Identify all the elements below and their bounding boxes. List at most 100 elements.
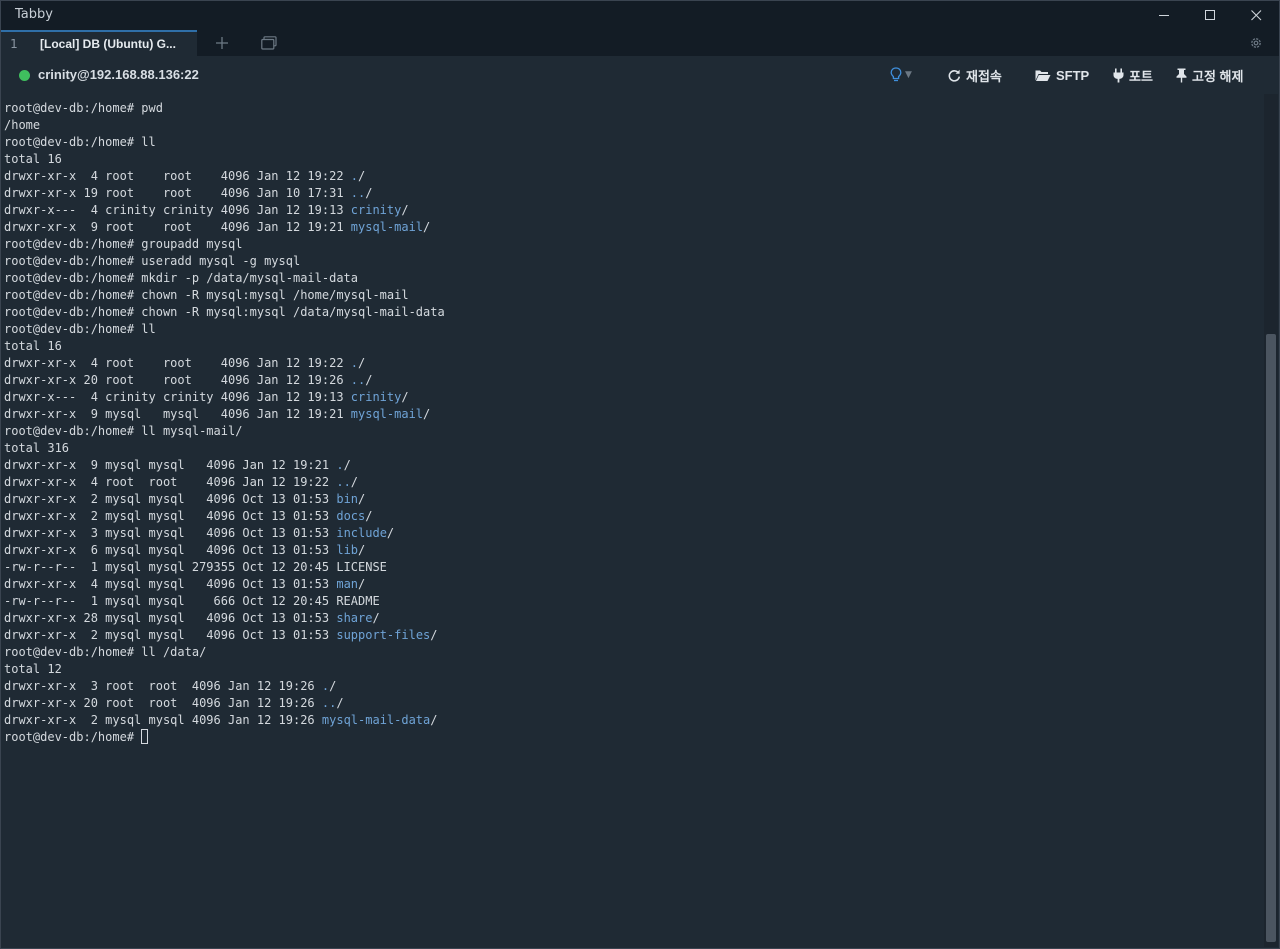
app-title: Tabby bbox=[15, 7, 53, 22]
terminal-text: drwxr-xr-x 2 mysql mysql 4096 Oct 13 01:… bbox=[4, 509, 337, 523]
directory-name: . bbox=[350, 356, 359, 370]
tab-layout-button[interactable] bbox=[257, 33, 281, 53]
directory-name: include bbox=[336, 526, 387, 540]
directory-name: .. bbox=[350, 186, 366, 200]
terminal-text: root@dev-db:/home# ll bbox=[4, 322, 156, 336]
directory-name: mysql-mail bbox=[350, 407, 424, 421]
terminal-output[interactable]: root@dev-db:/home# pwd/home root@dev-db:/… bbox=[0, 94, 1264, 947]
terminal-text: / bbox=[329, 679, 337, 693]
unpin-button[interactable]: 고정 해제 bbox=[1176, 66, 1243, 84]
terminal-text: / bbox=[358, 577, 366, 591]
directory-name: share bbox=[336, 611, 373, 625]
terminal-line: total 316 bbox=[4, 440, 1264, 457]
plug-icon bbox=[1113, 68, 1124, 82]
tab-bar: 1 [Local] DB (Ubuntu) G... bbox=[0, 30, 1280, 56]
ports-label: 포트 bbox=[1129, 68, 1153, 84]
terminal-line: drwxr-xr-x 6 mysql mysql 4096 Oct 13 01:… bbox=[4, 542, 1264, 559]
terminal-line: drwxr-xr-x 4 root root 4096 Jan 12 19:22… bbox=[4, 355, 1264, 372]
terminal-line: drwxr-xr-x 2 mysql mysql 4096 Oct 13 01:… bbox=[4, 627, 1264, 644]
terminal-text: / bbox=[365, 373, 373, 387]
terminal-text: root@dev-db:/home# ll bbox=[4, 135, 156, 149]
terminal-text: root@dev-db:/home# chown -R mysql:mysql … bbox=[4, 288, 409, 302]
new-tab-button[interactable] bbox=[210, 33, 234, 53]
directory-name: bin bbox=[336, 492, 359, 506]
terminal-text: drwxr-xr-x 3 mysql mysql 4096 Oct 13 01:… bbox=[4, 526, 337, 540]
terminal-scrollbar[interactable] bbox=[1264, 94, 1278, 947]
terminal-text: / bbox=[430, 628, 438, 642]
directory-name: .. bbox=[350, 373, 366, 387]
terminal-line: drwxr-xr-x 4 root root 4096 Jan 12 19:22… bbox=[4, 168, 1264, 185]
terminal-text: drwxr-xr-x 3 root root 4096 Jan 12 19:26 bbox=[4, 679, 322, 693]
terminal-line: drwxr-xr-x 4 mysql mysql 4096 Oct 13 01:… bbox=[4, 576, 1264, 593]
terminal-line: total 16 bbox=[4, 151, 1264, 168]
tab-index: 1 bbox=[10, 37, 18, 51]
terminal-text: -rw-r--r-- 1 mysql mysql 666 Oct 12 20:4… bbox=[4, 594, 380, 608]
directory-name: mysql-mail-data bbox=[321, 713, 431, 727]
terminal-line: root@dev-db:/home# bbox=[4, 729, 1264, 746]
terminal-text: total 316 bbox=[4, 441, 70, 455]
terminal-line: drwxr-xr-x 20 root root 4096 Jan 12 19:2… bbox=[4, 695, 1264, 712]
terminal-text: root@dev-db:/home# ll /data/ bbox=[4, 645, 207, 659]
ports-button[interactable]: 포트 bbox=[1113, 66, 1153, 84]
title-bar: Tabby bbox=[0, 0, 1280, 30]
terminal-text: drwxr-xr-x 9 mysql mysql 4096 Jan 12 19:… bbox=[4, 458, 337, 472]
directory-name: mysql-mail bbox=[350, 220, 424, 234]
close-button[interactable] bbox=[1233, 0, 1279, 30]
minimize-button[interactable] bbox=[1141, 0, 1187, 30]
terminal-line: root@dev-db:/home# ll /data/ bbox=[4, 644, 1264, 661]
settings-button[interactable] bbox=[1245, 33, 1267, 53]
terminal-text: drwxr-xr-x 28 mysql mysql 4096 Oct 13 01… bbox=[4, 611, 337, 625]
terminal-text: / bbox=[358, 356, 366, 370]
terminal-line: drwxr-xr-x 3 root root 4096 Jan 12 19:26… bbox=[4, 678, 1264, 695]
terminal-line: drwxr-xr-x 9 mysql mysql 4096 Jan 12 19:… bbox=[4, 406, 1264, 423]
minimize-icon bbox=[1158, 14, 1169, 16]
lightbulb-icon bbox=[890, 67, 902, 82]
sftp-button[interactable]: SFTP bbox=[1035, 66, 1089, 84]
maximize-button[interactable] bbox=[1187, 0, 1233, 30]
terminal-text: drwxr-xr-x 2 mysql mysql 4096 Oct 13 01:… bbox=[4, 492, 337, 506]
terminal-text: / bbox=[372, 611, 380, 625]
terminal-text: / bbox=[401, 203, 409, 217]
scrollbar-thumb[interactable] bbox=[1266, 334, 1276, 942]
terminal-text: / bbox=[336, 696, 344, 710]
sftp-label: SFTP bbox=[1056, 67, 1090, 83]
directory-name: .. bbox=[336, 475, 351, 489]
directory-name: man bbox=[336, 577, 359, 591]
terminal-text: total 16 bbox=[4, 339, 62, 353]
session-toolbar: crinity@192.168.88.136:22 ▼ 재접속 SFTP 포트 bbox=[0, 56, 1280, 94]
terminal-text: drwxr-xr-x 9 root root 4096 Jan 12 19:21 bbox=[4, 220, 351, 234]
terminal-text: drwxr-xr-x 9 mysql mysql 4096 Jan 12 19:… bbox=[4, 407, 351, 421]
chevron-down-icon: ▼ bbox=[905, 70, 912, 80]
terminal-cursor bbox=[141, 729, 149, 744]
directory-name: .. bbox=[321, 696, 337, 710]
terminal-line: drwxr-xr-x 9 mysql mysql 4096 Jan 12 19:… bbox=[4, 457, 1264, 474]
terminal-text: drwxr-xr-x 2 mysql mysql 4096 Jan 12 19:… bbox=[4, 713, 322, 727]
terminal-line: drwxr-xr-x 2 mysql mysql 4096 Jan 12 19:… bbox=[4, 712, 1264, 729]
hint-dropdown[interactable]: ▼ bbox=[890, 66, 912, 84]
window-stack-icon bbox=[261, 36, 277, 50]
terminal-text: / bbox=[401, 390, 409, 404]
terminal-text: drwxr-xr-x 20 root root 4096 Jan 12 19:2… bbox=[4, 696, 322, 710]
terminal-text: root@dev-db:/home# pwd bbox=[4, 101, 163, 115]
terminal-text: drwxr-x--- 4 crinity crinity 4096 Jan 12… bbox=[4, 390, 351, 404]
terminal-line: root@dev-db:/home# ll mysql-mail/ bbox=[4, 423, 1264, 440]
terminal-text: / bbox=[343, 458, 351, 472]
terminal-text: root@dev-db:/home# chown -R mysql:mysql … bbox=[4, 305, 445, 319]
tab-local-db[interactable]: 1 [Local] DB (Ubuntu) G... bbox=[0, 30, 197, 56]
terminal-line: root@dev-db:/home# useradd mysql -g mysq… bbox=[4, 253, 1264, 270]
terminal-text: root@dev-db:/home# groupadd mysql bbox=[4, 237, 243, 251]
terminal-text: / bbox=[365, 186, 373, 200]
terminal-line: -rw-r--r-- 1 mysql mysql 279355 Oct 12 2… bbox=[4, 559, 1264, 576]
terminal-text: / bbox=[358, 543, 366, 557]
terminal-text: drwxr-xr-x 4 root root 4096 Jan 12 19:22 bbox=[4, 169, 351, 183]
terminal-text: root@dev-db:/home# mkdir -p /data/mysql-… bbox=[4, 271, 359, 285]
terminal-text: drwxr-xr-x 4 root root 4096 Jan 12 19:22 bbox=[4, 356, 351, 370]
terminal-line: drwxr-xr-x 19 root root 4096 Jan 10 17:3… bbox=[4, 185, 1264, 202]
reconnect-button[interactable]: 재접속 bbox=[948, 66, 1002, 84]
terminal-line: drwxr-x--- 4 crinity crinity 4096 Jan 12… bbox=[4, 389, 1264, 406]
terminal-text: drwxr-xr-x 4 mysql mysql 4096 Oct 13 01:… bbox=[4, 577, 337, 591]
terminal-line: root@dev-db:/home# pwd bbox=[4, 100, 1264, 117]
terminal-line: root@dev-db:/home# ll bbox=[4, 134, 1264, 151]
directory-name: crinity bbox=[350, 390, 402, 404]
terminal-line: drwxr-xr-x 4 root root 4096 Jan 12 19:22… bbox=[4, 474, 1264, 491]
